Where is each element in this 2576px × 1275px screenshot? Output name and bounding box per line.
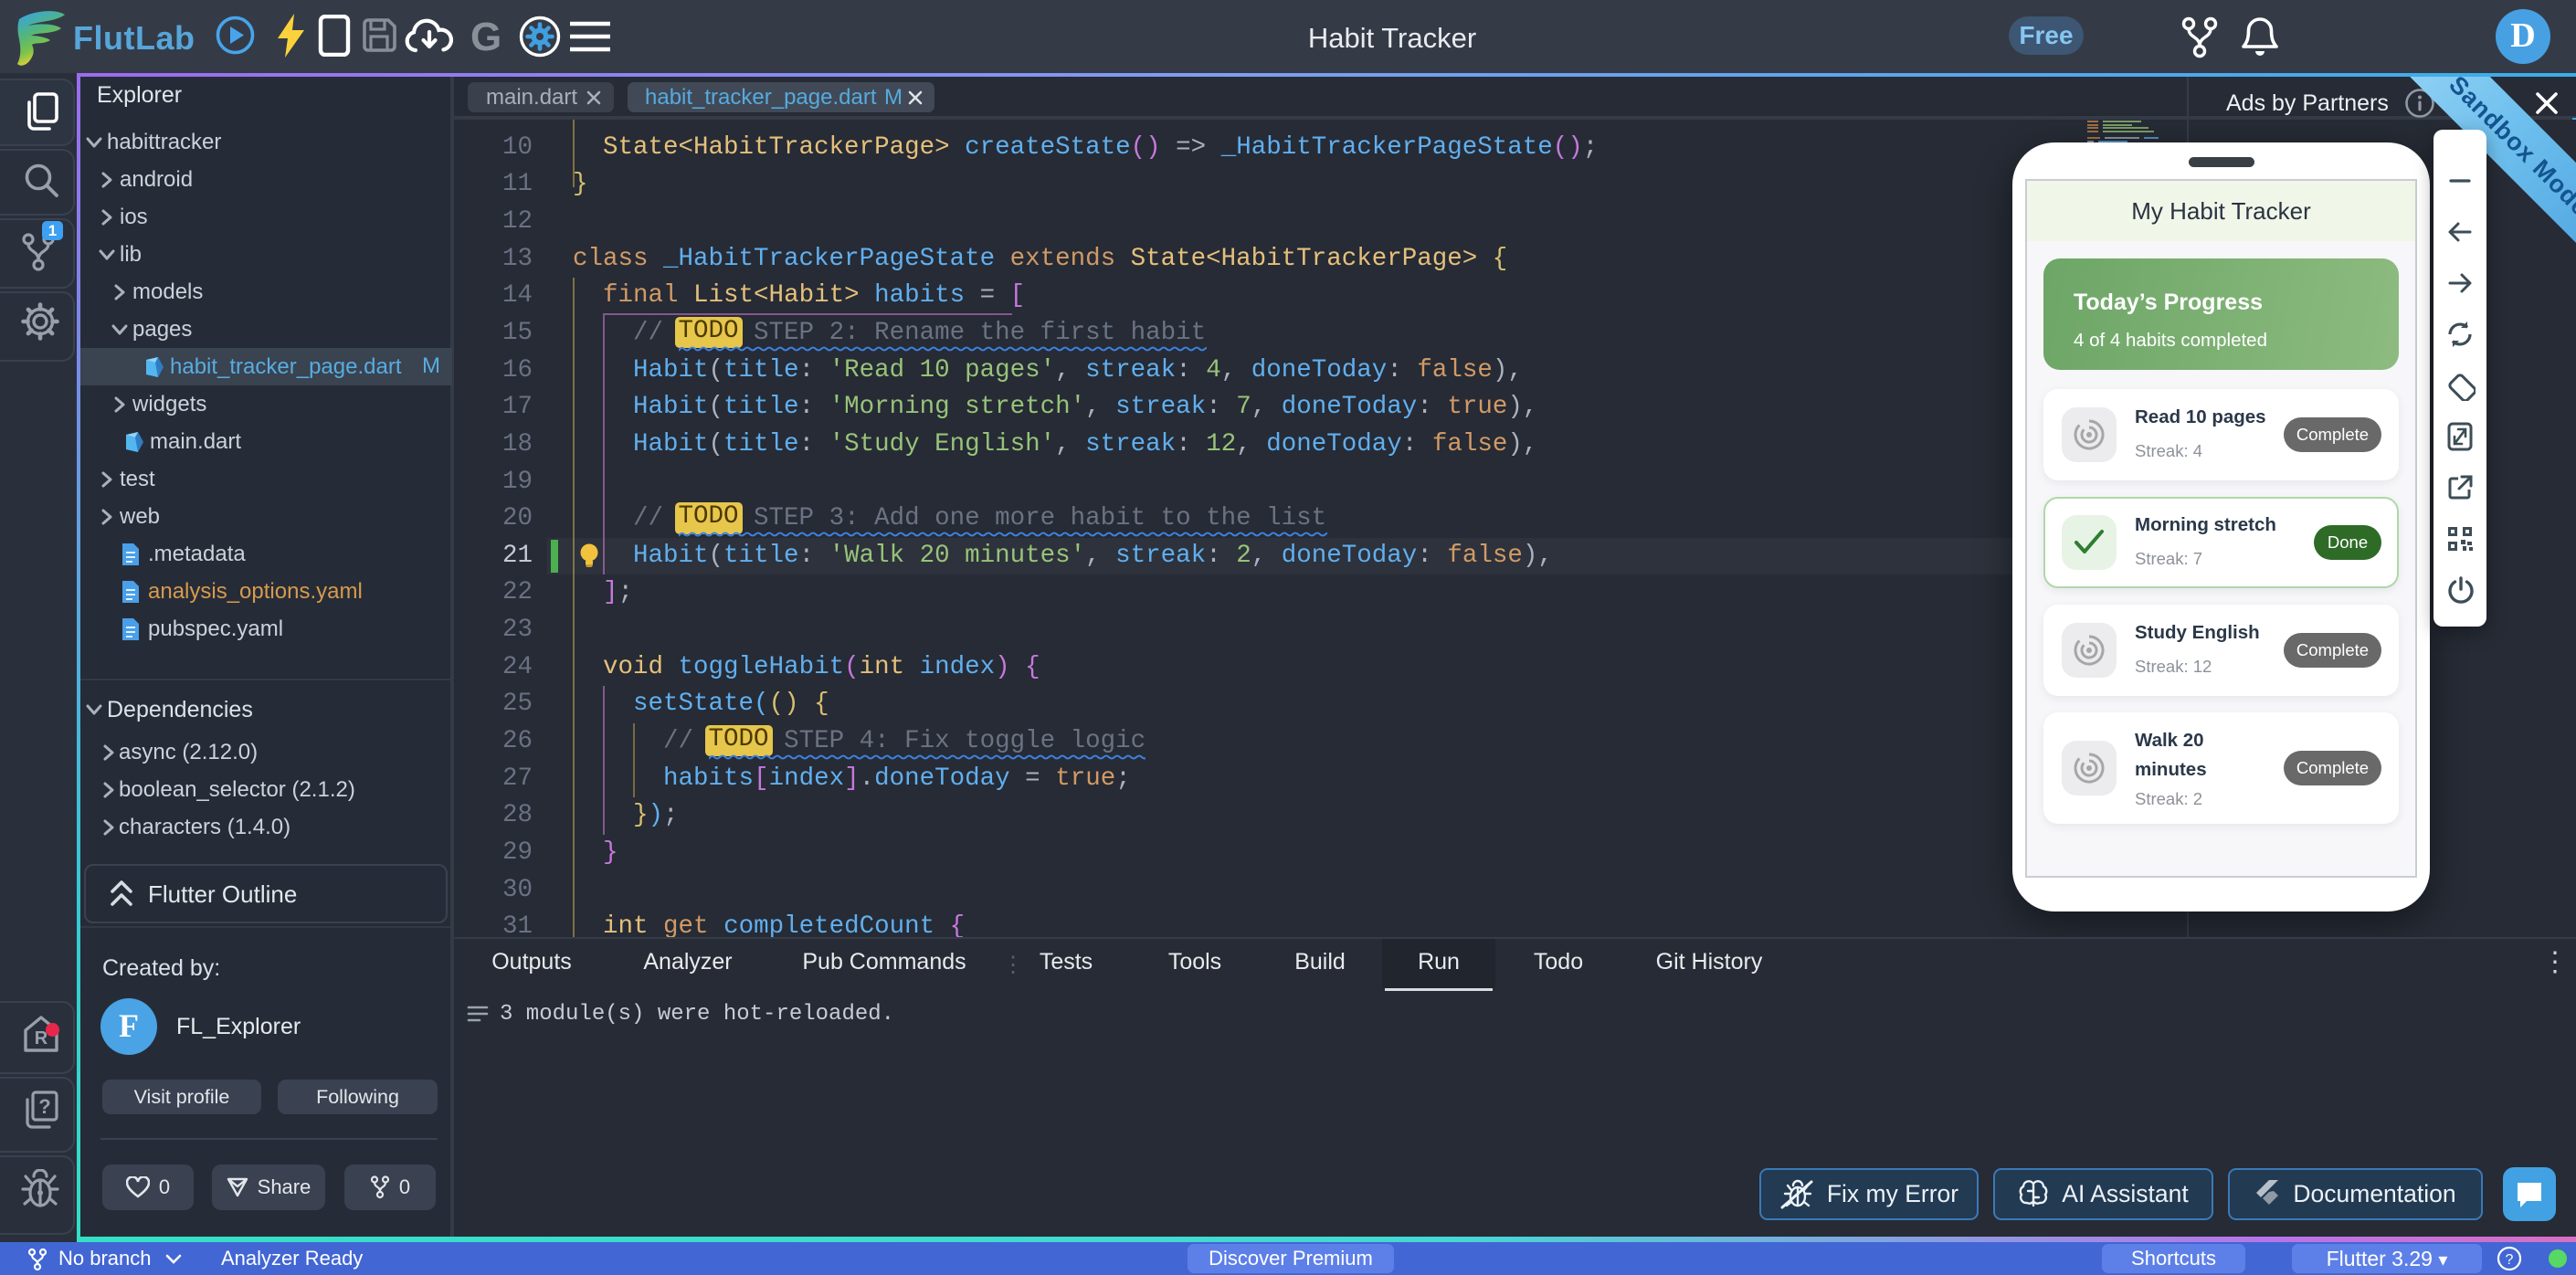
svg-text:?: ? <box>2506 1252 2514 1268</box>
svg-text:?: ? <box>38 1095 50 1118</box>
